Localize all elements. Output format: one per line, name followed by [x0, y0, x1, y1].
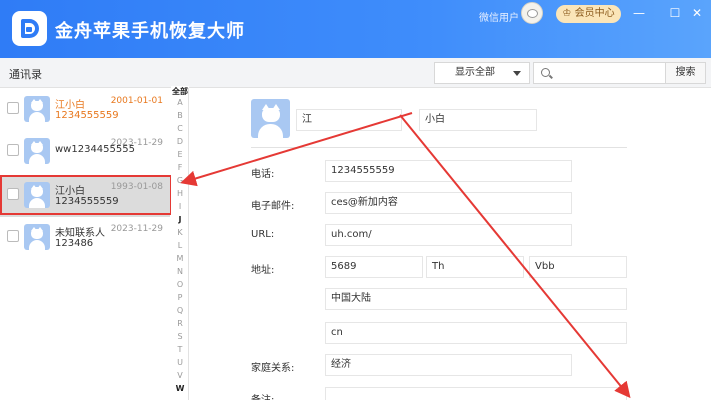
list-item[interactable]: 江小白 1234555559 1993-01-08: [0, 175, 170, 217]
checkbox[interactable]: [7, 188, 19, 200]
relation-label: 家庭关系:: [251, 363, 295, 374]
avatar: [24, 224, 50, 250]
address-country-field[interactable]: 中国大陆: [325, 288, 627, 310]
alpha-letter[interactable]: T: [171, 345, 189, 354]
alpha-letter[interactable]: S: [171, 332, 189, 341]
address-state-field[interactable]: Vbb: [529, 256, 627, 278]
contact-name: 未知联系人: [55, 228, 105, 239]
toolbar: 通讯录 显示全部 搜索: [0, 58, 711, 88]
alpha-letter[interactable]: M: [171, 254, 189, 263]
relation-field[interactable]: 经济: [325, 354, 572, 376]
alpha-letter[interactable]: P: [171, 293, 189, 302]
contact-detail-panel: 江 小白 电话: 1234555559 电子邮件: ces@新加内容 URL: …: [189, 89, 711, 400]
address-street-field[interactable]: 5689: [325, 256, 423, 278]
alpha-letter[interactable]: I: [171, 202, 189, 211]
title-bar: 金舟苹果手机恢复大师 微信用户 ♔ 会员中心 — ☐ ✕: [0, 0, 711, 58]
alpha-letter[interactable]: H: [171, 189, 189, 198]
contact-date: 2023-11-29: [110, 138, 163, 148]
list-item[interactable]: 江小白 1234555559 2001-01-01: [0, 89, 170, 131]
close-icon[interactable]: ✕: [688, 4, 706, 22]
alpha-letter[interactable]: G: [171, 176, 189, 185]
search-input[interactable]: [556, 65, 661, 81]
user-name-label[interactable]: 微信用户: [479, 9, 519, 24]
contact-phone: 1234555559: [55, 110, 119, 121]
minimize-icon[interactable]: —: [630, 4, 648, 22]
alpha-letter[interactable]: D: [171, 137, 189, 146]
contact-name: 江小白: [55, 100, 85, 111]
alpha-letter[interactable]: Q: [171, 306, 189, 315]
phone-label: 电话:: [251, 169, 275, 180]
alpha-letter[interactable]: F: [171, 163, 189, 172]
avatar: [24, 182, 50, 208]
alpha-letter[interactable]: K: [171, 228, 189, 237]
url-label: URL:: [251, 229, 275, 240]
alpha-letter[interactable]: W: [171, 384, 189, 393]
alpha-letter[interactable]: R: [171, 319, 189, 328]
address-city-field[interactable]: Th: [426, 256, 524, 278]
email-field[interactable]: ces@新加内容: [325, 192, 572, 214]
alpha-letter[interactable]: N: [171, 267, 189, 276]
email-label: 电子邮件:: [251, 201, 295, 212]
filter-dropdown[interactable]: 显示全部: [434, 62, 530, 84]
notes-field[interactable]: [325, 387, 627, 400]
vip-center-label: 会员中心: [574, 8, 615, 19]
contact-date: 2001-01-01: [110, 96, 163, 106]
contact-name: 江小白: [55, 186, 85, 197]
search-icon: [541, 68, 550, 77]
alpha-letter[interactable]: L: [171, 241, 189, 250]
notes-label: 备注:: [251, 391, 274, 400]
phone-field[interactable]: 1234555559: [325, 160, 572, 182]
section-title: 通讯录: [9, 68, 42, 81]
alpha-letter[interactable]: U: [171, 358, 189, 367]
alpha-letter[interactable]: E: [171, 150, 189, 159]
search-box[interactable]: [533, 62, 666, 84]
alpha-letter[interactable]: A: [171, 98, 189, 107]
first-name-field[interactable]: 小白: [419, 109, 537, 131]
checkbox[interactable]: [7, 144, 19, 156]
alphabet-index: 全部 A B C D E F G H I J K L M N O P Q R S…: [171, 86, 189, 400]
url-field[interactable]: uh.com/: [325, 224, 572, 246]
contact-phone: 123486: [55, 238, 94, 249]
contact-date: 1993-01-08: [110, 182, 163, 192]
checkbox[interactable]: [7, 230, 19, 242]
last-name-field[interactable]: 江: [296, 109, 402, 131]
app-logo-icon: [12, 11, 47, 46]
user-avatar[interactable]: [521, 2, 543, 24]
divider: [251, 147, 627, 148]
vip-center-button[interactable]: ♔ 会员中心: [556, 5, 621, 23]
list-item[interactable]: ww1234455555 2023-11-29: [0, 131, 170, 173]
checkbox[interactable]: [7, 102, 19, 114]
avatar: [24, 138, 50, 164]
filter-value: 显示全部: [455, 67, 495, 78]
alpha-letter[interactable]: C: [171, 124, 189, 133]
avatar: [251, 99, 290, 138]
list-item[interactable]: 未知联系人 123486 2023-11-29: [0, 217, 170, 259]
alpha-letter[interactable]: O: [171, 280, 189, 289]
app-title: 金舟苹果手机恢复大师: [55, 21, 245, 42]
chevron-down-icon: [513, 71, 521, 76]
alpha-all[interactable]: 全部: [171, 86, 189, 97]
alpha-letter[interactable]: V: [171, 371, 189, 380]
contact-list: 江小白 1234555559 2001-01-01 ww1234455555 2…: [0, 89, 170, 400]
contact-date: 2023-11-29: [110, 224, 163, 234]
alpha-letter[interactable]: B: [171, 111, 189, 120]
search-button[interactable]: 搜索: [666, 62, 706, 84]
address-code-field[interactable]: cn: [325, 322, 627, 344]
alpha-letter[interactable]: J: [171, 215, 189, 224]
address-label: 地址:: [251, 265, 275, 276]
avatar: [24, 96, 50, 122]
maximize-icon[interactable]: ☐: [666, 4, 684, 22]
contact-phone: 1234555559: [55, 196, 119, 207]
